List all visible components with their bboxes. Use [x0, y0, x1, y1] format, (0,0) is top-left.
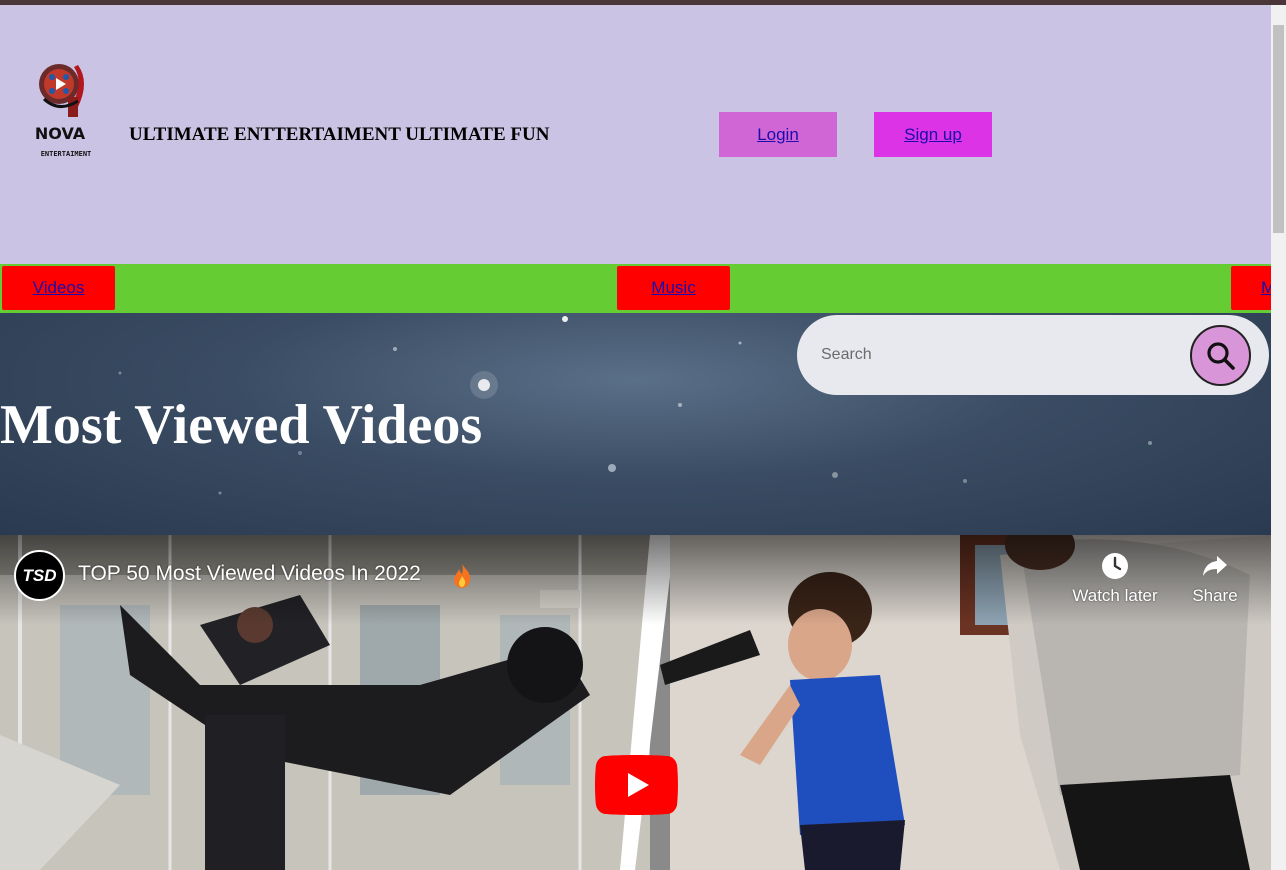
- watch-later-button[interactable]: Watch later: [1068, 552, 1162, 606]
- nav-item-truncated[interactable]: M: [1231, 266, 1271, 310]
- share-arrow-icon: [1203, 556, 1227, 576]
- embedded-video-player[interactable]: TSD TOP 50 Most Viewed Videos In 2022 Wa…: [0, 535, 1271, 870]
- svg-text:ENTERTAIMENT: ENTERTAIMENT: [41, 150, 92, 158]
- signup-button[interactable]: Sign up: [874, 112, 992, 157]
- fire-icon: [454, 564, 471, 588]
- channel-avatar[interactable]: TSD: [14, 550, 65, 601]
- share-button[interactable]: Share: [1186, 552, 1244, 606]
- main-nav-bar: Videos Music M: [0, 264, 1271, 313]
- share-label: Share: [1192, 586, 1238, 605]
- watch-later-label: Watch later: [1072, 586, 1158, 605]
- nova-entertainment-logo: NOVA ENTERTAIMENT: [34, 57, 98, 167]
- video-play-button[interactable]: [594, 755, 679, 815]
- site-header: NOVA ENTERTAIMENT ULTIMATE ENTTERTAIMENT…: [0, 5, 1271, 264]
- login-button[interactable]: Login: [719, 112, 837, 157]
- site-tagline: ULTIMATE ENTTERTAIMENT ULTIMATE FUN: [129, 124, 550, 145]
- page-title: Most Viewed Videos: [0, 394, 483, 456]
- search-input[interactable]: [821, 335, 1181, 375]
- youtube-play-icon: [595, 755, 678, 815]
- search-icon: [1206, 341, 1235, 370]
- clock-icon: [1102, 553, 1128, 579]
- svg-text:NOVA: NOVA: [35, 124, 86, 143]
- nav-item-videos[interactable]: Videos: [2, 266, 115, 310]
- page-scrollbar-thumb[interactable]: [1273, 25, 1284, 233]
- nav-item-music[interactable]: Music: [617, 266, 730, 310]
- video-title[interactable]: TOP 50 Most Viewed Videos In 2022: [78, 562, 421, 586]
- search-button[interactable]: [1190, 325, 1251, 386]
